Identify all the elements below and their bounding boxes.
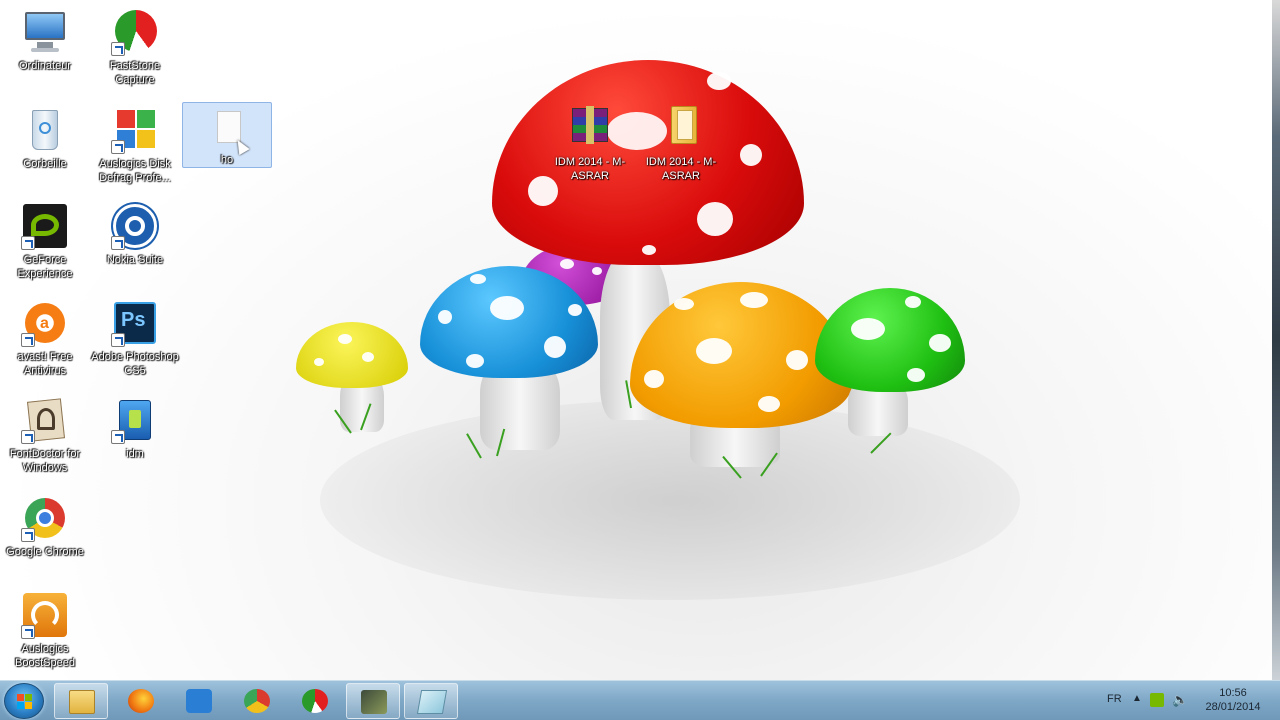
computer-icon <box>21 8 69 56</box>
desktop-icon-fontdoctor[interactable]: FontDoctor for Windows <box>0 396 90 475</box>
desktop-icon-boostspeed[interactable]: Auslogics BoostSpeed <box>0 591 90 670</box>
faststone-capture-icon <box>302 689 328 713</box>
app-icon <box>361 690 387 714</box>
blank-file-icon <box>203 109 251 156</box>
taskbar-maxthon[interactable] <box>172 683 226 719</box>
desktop-icon-ho-selected[interactable]: ho <box>182 102 272 168</box>
desktop-icon-geforce[interactable]: GeForce Experience <box>0 202 90 281</box>
desktop-icon-idm-archive[interactable]: IDM 2014 - M-ASRAR <box>545 104 635 183</box>
taskbar: FR ▲ 🔈 10:56 28/01/2014 <box>0 680 1280 720</box>
desktop-icon-label: avast! Free Antivirus <box>17 351 73 377</box>
desktop-icon-avast[interactable]: a avast! Free Antivirus <box>0 299 90 378</box>
windows-logo-icon <box>17 694 33 710</box>
recycle-bin-icon <box>21 106 69 154</box>
folder-icon <box>657 104 705 152</box>
maxthon-icon <box>186 689 212 713</box>
taskbar-faststone[interactable] <box>288 683 342 719</box>
desktop-icon-corbeille[interactable]: Corbeille <box>0 106 90 171</box>
desktop-icon-label: Nokia Suite <box>106 254 164 266</box>
disk-defrag-icon <box>111 106 159 154</box>
nokia-suite-icon <box>111 202 159 250</box>
desktop-icon-label: Ordinateur <box>19 60 71 72</box>
geforce-experience-icon <box>21 202 69 250</box>
taskbar-firefox[interactable] <box>114 683 168 719</box>
chrome-icon <box>244 689 270 713</box>
taskbar-chrome[interactable] <box>230 683 284 719</box>
nvidia-tray-icon[interactable] <box>1150 693 1164 707</box>
desktop-icon-label: FastStone Capture <box>109 60 161 86</box>
desktop-icon-label: Corbeille <box>23 158 67 170</box>
desktop-icon-label: idm <box>126 448 144 460</box>
taskbar-explorer[interactable] <box>54 683 108 719</box>
desktop-icon-nokia-suite[interactable]: Nokia Suite <box>90 202 180 267</box>
desktop-icon-label: Auslogics BoostSpeed <box>15 643 75 669</box>
document-icon <box>416 690 448 714</box>
desktop-icon-label: ho <box>220 154 234 166</box>
system-tray: FR ▲ 🔈 10:56 28/01/2014 <box>1080 681 1280 720</box>
firefox-icon <box>128 689 154 713</box>
wallpaper-edge <box>1272 0 1280 684</box>
idm-icon <box>111 396 159 444</box>
avast-antivirus-icon: a <box>21 299 69 347</box>
windows-explorer-icon <box>69 690 95 714</box>
fontdoctor-icon <box>21 396 69 444</box>
desktop-icon-label: FontDoctor for Windows <box>9 448 81 474</box>
winrar-archive-icon <box>566 104 614 152</box>
clock-time: 10:56 <box>1219 687 1247 699</box>
desktop-icon-idm-folder[interactable]: IDM 2014 - M-ASRAR <box>636 104 726 183</box>
clock-date: 28/01/2014 <box>1205 701 1261 713</box>
desktop-icon-auslogics-defrag[interactable]: Auslogics Disk Defrag Profe... <box>90 106 180 185</box>
desktop-icon-label: GeForce Experience <box>17 254 73 280</box>
photoshop-icon: Ps <box>111 299 159 347</box>
desktop-icon-label: Google Chrome <box>6 546 84 558</box>
desktop-icon-label: IDM 2014 - M-ASRAR <box>554 156 626 182</box>
start-button[interactable] <box>4 683 44 719</box>
volume-icon[interactable]: 🔈 <box>1172 692 1188 708</box>
language-indicator[interactable]: FR <box>1107 693 1122 705</box>
clock[interactable]: 10:56 28/01/2014 <box>1198 686 1268 714</box>
desktop-icon-idm[interactable]: idm <box>90 396 180 461</box>
desktop-icon-ordinateur[interactable]: Ordinateur <box>0 8 90 73</box>
taskbar-document[interactable] <box>404 683 458 719</box>
show-hidden-icons-icon[interactable]: ▲ <box>1132 693 1142 704</box>
chrome-icon <box>21 494 69 542</box>
desktop-icon-label: Adobe Photoshop CS5 <box>91 351 179 377</box>
desktop-icon-label: IDM 2014 - M-ASRAR <box>645 156 717 182</box>
desktop-icon-label: Auslogics Disk Defrag Profe... <box>99 158 171 184</box>
desktop-icon-photoshop[interactable]: Ps Adobe Photoshop CS5 <box>90 299 180 378</box>
desktop-icon-chrome[interactable]: Google Chrome <box>0 494 90 559</box>
desktop-icon-faststone[interactable]: FastStone Capture <box>90 8 180 87</box>
boostspeed-icon <box>21 591 69 639</box>
faststone-capture-icon <box>111 8 159 56</box>
taskbar-app[interactable] <box>346 683 400 719</box>
